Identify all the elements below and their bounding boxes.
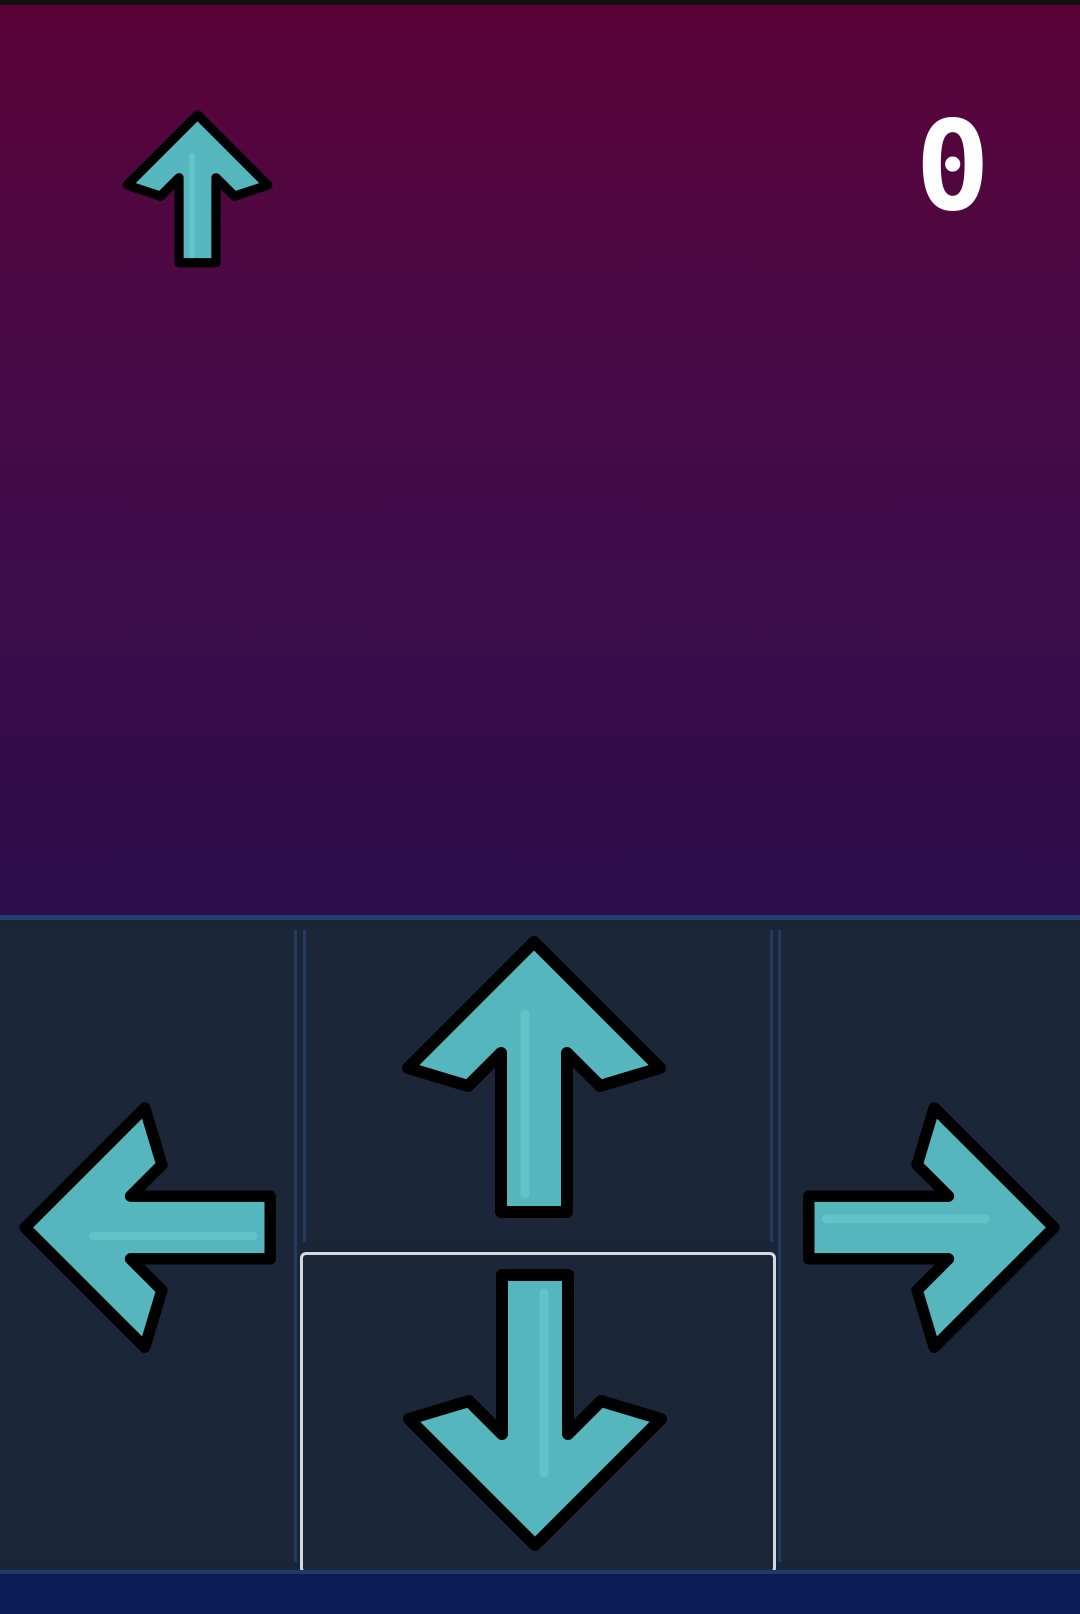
bottom-bar — [0, 1570, 1080, 1614]
arrow-left-icon — [19, 1102, 276, 1353]
arrow-right-icon — [803, 1102, 1060, 1353]
control-panel — [0, 915, 1080, 1574]
arrow-down-icon — [403, 1269, 667, 1551]
score-counter: 0 — [915, 95, 990, 239]
down-button[interactable] — [300, 1252, 776, 1574]
arrow-up-icon — [122, 110, 273, 268]
game-screen: 0 — [0, 0, 1080, 1614]
right-button[interactable] — [778, 930, 1080, 1562]
arrow-up-icon — [402, 936, 666, 1218]
playfield: 0 — [0, 5, 1080, 915]
up-button[interactable] — [303, 930, 773, 1242]
left-button[interactable] — [0, 930, 297, 1562]
